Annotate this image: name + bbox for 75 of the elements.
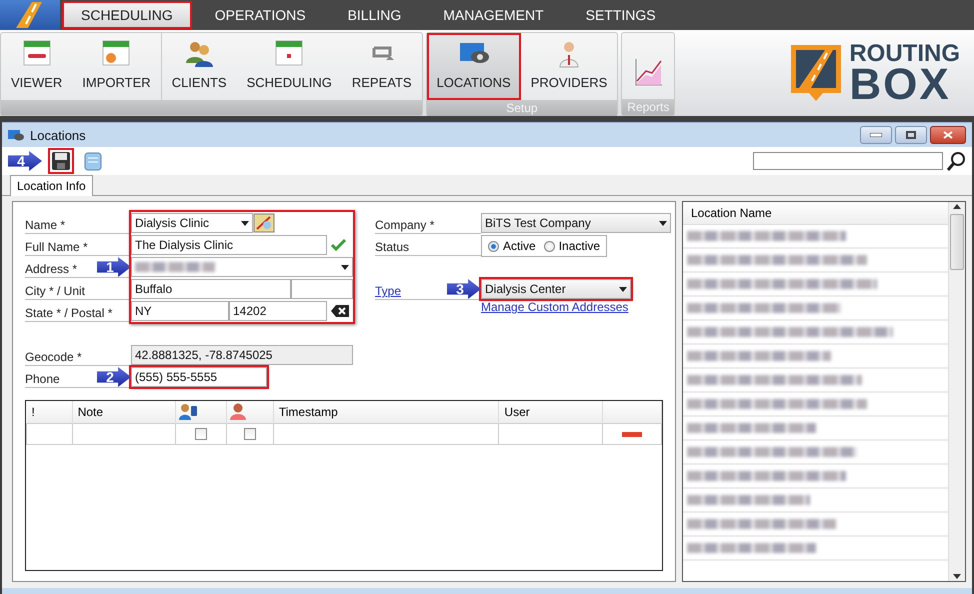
postal-field[interactable]: 14202 — [229, 301, 327, 321]
type-dropdown[interactable]: Dialysis Center — [481, 279, 631, 299]
field-label: Full Name * — [25, 240, 88, 254]
field-label: Name * — [25, 218, 66, 232]
column-header: User — [498, 401, 603, 424]
scrollbar[interactable] — [948, 202, 965, 581]
unit-field[interactable] — [291, 279, 353, 299]
ribbon-button[interactable]: PROVIDERS — [520, 33, 618, 100]
ribbon-button[interactable]: LOCATIONS — [426, 33, 521, 100]
delete-button[interactable] — [622, 432, 642, 436]
checkbox[interactable] — [195, 428, 208, 440]
radio-button[interactable] — [488, 240, 499, 252]
minimize-icon — [870, 133, 882, 137]
city-field[interactable]: Buffalo — [131, 279, 291, 299]
phone-field[interactable]: (555) 555-5555 — [131, 367, 267, 387]
name-dropdown[interactable]: Dialysis Clinic — [131, 213, 253, 233]
logo-text: BOX — [849, 65, 951, 105]
checkbox[interactable] — [244, 428, 256, 440]
close-button[interactable] — [930, 126, 966, 144]
close-icon — [943, 131, 953, 139]
app-logo-icon[interactable] — [0, 0, 60, 30]
company-dropdown[interactable]: BiTS Test Company — [481, 213, 671, 233]
address-dropdown[interactable] — [131, 257, 353, 277]
ribbon-button[interactable]: REPEATS — [342, 33, 422, 100]
ribbon-button[interactable]: IMPORTER — [72, 33, 161, 100]
person-icon — [229, 402, 248, 420]
search-field[interactable] — [753, 152, 943, 170]
state-field[interactable]: NY — [131, 301, 229, 321]
maximize-button[interactable] — [895, 126, 927, 144]
radio-button[interactable] — [544, 240, 555, 252]
caret-icon — [619, 286, 627, 292]
column-header: ! — [26, 401, 72, 424]
field-label: City * / Unit — [25, 284, 86, 298]
caret-icon — [341, 264, 349, 270]
column-header: Timestamp — [273, 401, 499, 424]
radio-label: Active — [503, 239, 536, 253]
save-icon — [51, 151, 71, 171]
field-label: State * / Postal * — [25, 306, 112, 320]
search-icon[interactable] — [946, 151, 966, 171]
field-label: Status — [375, 240, 410, 254]
scroll-up-icon[interactable] — [953, 202, 961, 212]
caret-icon — [659, 220, 667, 226]
field-label: Phone — [25, 372, 60, 386]
manage-addresses-link[interactable]: Manage Custom Addresses — [481, 300, 671, 314]
full-name-field[interactable]: The Dialysis Clinic — [131, 235, 327, 255]
group-caption: Setup — [426, 100, 618, 116]
scroll-thumb[interactable] — [950, 214, 964, 270]
caret-icon — [241, 220, 249, 226]
window-title: Locations — [30, 128, 86, 142]
menu-tab[interactable]: OPERATIONS — [196, 1, 325, 29]
minimize-button[interactable] — [860, 126, 892, 144]
contact-icon — [178, 402, 198, 420]
radio-label: Inactive — [558, 239, 600, 253]
group-caption: Reports — [622, 99, 674, 115]
maximize-icon — [906, 131, 916, 139]
column-header: Note — [72, 401, 176, 424]
type-link[interactable]: Type — [375, 284, 402, 298]
tab[interactable]: Location Info — [10, 175, 93, 196]
map-icon[interactable] — [253, 213, 275, 233]
field-label: Geocode * — [25, 350, 82, 364]
locations-icon — [8, 129, 24, 141]
scroll-down-icon[interactable] — [953, 571, 961, 581]
ribbon-button[interactable]: VIEWER — [1, 33, 72, 100]
menu-tab[interactable]: SETTINGS — [566, 1, 675, 29]
menu-tab[interactable]: MANAGEMENT — [424, 1, 563, 29]
field-label: Address * — [25, 262, 78, 276]
menu-tab[interactable]: BILLING — [328, 1, 420, 29]
field-label: Company * — [375, 218, 434, 232]
ribbon-button[interactable]: CLIENTS — [162, 33, 237, 100]
save-button[interactable] — [48, 148, 74, 174]
menu-tab[interactable]: SCHEDULING — [62, 1, 192, 29]
logo-text: ROUTING — [849, 43, 960, 65]
geocode-field: 42.8881325, -78.8745025 — [131, 345, 353, 365]
notes-icon — [83, 151, 103, 171]
ribbon-button[interactable]: SCHEDULING — [236, 33, 342, 100]
